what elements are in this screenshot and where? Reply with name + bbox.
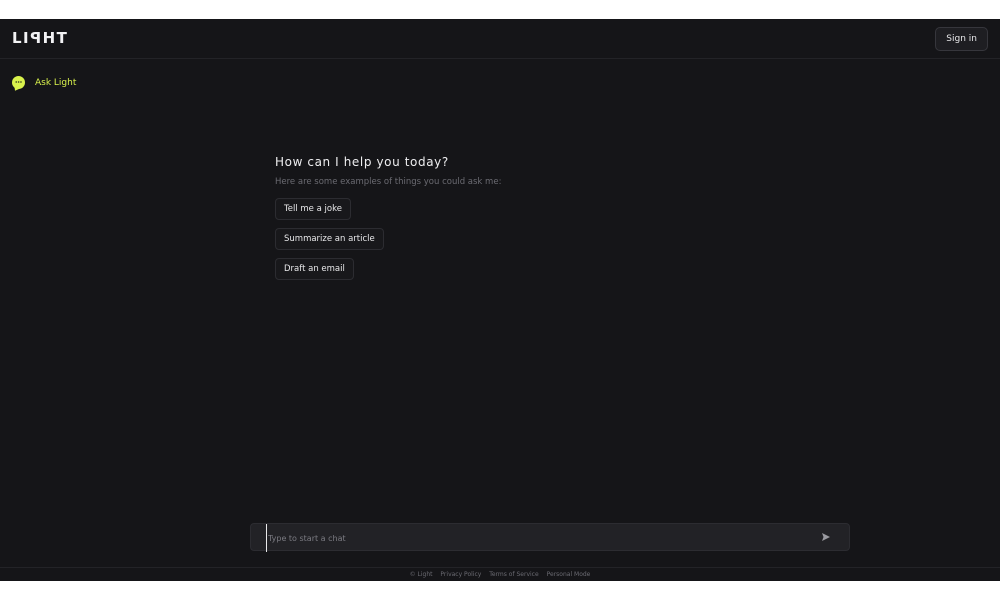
send-arrow-icon[interactable] — [821, 532, 831, 542]
welcome-panel: How can I help you today? Here are some … — [275, 155, 675, 286]
footer-link-personal-mode[interactable]: Personal Mode — [547, 571, 591, 578]
sidebar-item-ask-light[interactable]: Ask Light — [12, 76, 76, 89]
footer: © Light Privacy Policy Terms of Service … — [0, 571, 1000, 578]
welcome-title: How can I help you today? — [275, 155, 449, 169]
welcome-subtitle: Here are some examples of things you cou… — [275, 177, 502, 187]
chat-composer — [250, 523, 850, 552]
footer-divider — [0, 567, 1000, 568]
suggestion-summarize-article[interactable]: Summarize an article — [275, 228, 384, 250]
app-window: LIꟼHT Sign in Ask Light How can I help y… — [0, 19, 1000, 581]
sign-in-button[interactable]: Sign in — [935, 27, 988, 51]
footer-link-privacy[interactable]: Privacy Policy — [440, 571, 481, 578]
chat-input[interactable] — [266, 524, 810, 552]
chat-bubble-icon — [12, 76, 25, 89]
logo[interactable]: LIꟼHT — [12, 29, 68, 47]
suggestion-draft-email[interactable]: Draft an email — [275, 258, 354, 280]
footer-link-terms[interactable]: Terms of Service — [489, 571, 538, 578]
top-bar: LIꟼHT Sign in — [0, 19, 1000, 59]
sidebar-item-label: Ask Light — [35, 77, 77, 88]
suggestion-tell-joke[interactable]: Tell me a joke — [275, 198, 351, 220]
footer-copyright: © Light — [409, 571, 433, 578]
